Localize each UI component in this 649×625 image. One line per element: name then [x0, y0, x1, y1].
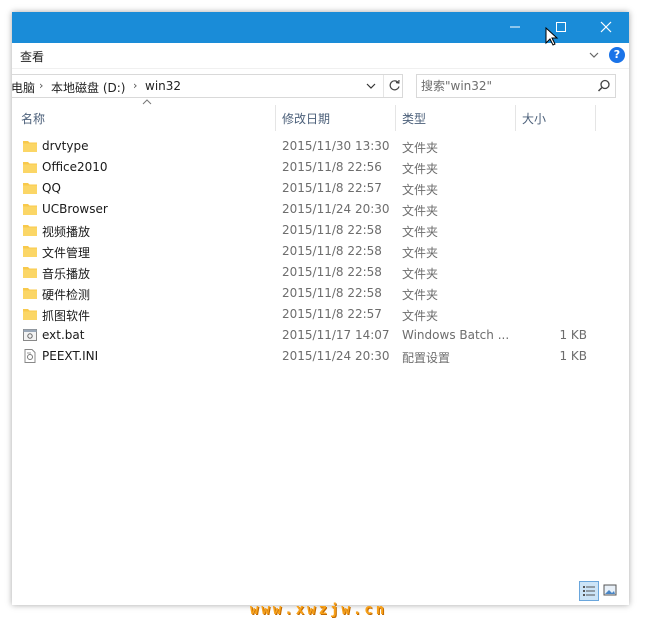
folder-icon: [23, 183, 37, 194]
column-header-size[interactable]: 大小: [522, 105, 546, 131]
chevron-down-icon: [366, 83, 376, 89]
ribbon-bar: 查看 ?: [12, 43, 629, 69]
file-size: 1 KB: [559, 349, 587, 363]
ribbon-tab-view[interactable]: 查看: [20, 48, 44, 65]
folder-icon: [23, 204, 37, 215]
file-type: 文件夹: [402, 183, 439, 197]
file-name: 文件管理: [42, 246, 91, 260]
folder-icon: [23, 309, 37, 320]
file-row[interactable]: Office2010 2015/11/8 22:56 文件夹: [12, 157, 629, 178]
close-icon: [600, 21, 612, 33]
title-bar[interactable]: [12, 12, 629, 43]
search-input[interactable]: [421, 77, 591, 95]
breadcrumb-win32[interactable]: win32: [145, 79, 181, 93]
file-date: 2015/11/8 22:58: [282, 286, 382, 300]
file-name: 硬件检测: [42, 288, 91, 302]
breadcrumb-separator[interactable]: ›: [39, 79, 43, 92]
file-type: 文件夹: [402, 225, 439, 239]
file-date: 2015/11/8 22:58: [282, 244, 382, 258]
help-icon[interactable]: ?: [609, 47, 625, 63]
breadcrumb-local-disk[interactable]: 本地磁盘 (D:): [51, 79, 125, 96]
file-name: ext.bat: [42, 328, 85, 342]
large-icons-view-button[interactable]: [601, 581, 621, 601]
column-header: 名称 修改日期 类型 大小: [12, 99, 629, 131]
column-divider[interactable]: [595, 105, 596, 131]
close-button[interactable]: [583, 12, 629, 43]
file-date: 2015/11/8 22:57: [282, 181, 382, 195]
file-date: 2015/11/30 13:30: [282, 139, 390, 153]
mouse-cursor-icon: [545, 27, 559, 46]
file-row[interactable]: QQ 2015/11/8 22:57 文件夹: [12, 178, 629, 199]
column-divider[interactable]: [395, 105, 396, 131]
file-type: 文件夹: [402, 309, 439, 323]
file-type: 文件夹: [402, 246, 439, 260]
file-row[interactable]: ext.bat 2015/11/17 14:07 Windows Batch .…: [12, 325, 629, 346]
expand-ribbon-chevron-icon[interactable]: [588, 49, 600, 61]
file-date: 2015/11/17 14:07: [282, 328, 390, 342]
explorer-window: 查看 ? 电脑 › 本地磁盘 (D:) › win32 搜索"win32" 名称…: [12, 12, 629, 605]
search-icon[interactable]: [597, 79, 611, 93]
folder-icon: [23, 288, 37, 299]
file-name: 抓图软件: [42, 309, 91, 323]
file-date: 2015/11/24 20:30: [282, 349, 390, 363]
refresh-icon: [389, 79, 400, 91]
file-type: Windows Batch ...: [402, 328, 510, 342]
folder-icon: [23, 267, 37, 278]
address-history-dropdown[interactable]: [361, 75, 381, 97]
folder-icon: [23, 162, 37, 173]
address-bar[interactable]: 电脑 › 本地磁盘 (D:) › win32: [12, 74, 403, 98]
search-box[interactable]: [416, 74, 616, 98]
file-name: QQ: [42, 181, 61, 195]
file-date: 2015/11/24 20:30: [282, 202, 390, 216]
breadcrumb-computer[interactable]: 电脑: [12, 79, 35, 96]
address-row: 电脑 › 本地磁盘 (D:) › win32: [12, 74, 629, 98]
column-divider[interactable]: [275, 105, 276, 131]
refresh-button[interactable]: [383, 75, 403, 97]
large-icons-view-icon: [603, 584, 617, 596]
file-name: PEEXT.INI: [42, 349, 99, 363]
file-row[interactable]: 音乐播放 2015/11/8 22:58 文件夹: [12, 262, 629, 283]
file-row[interactable]: 硬件检测 2015/11/8 22:58 文件夹: [12, 283, 629, 304]
minimize-button[interactable]: [492, 12, 538, 43]
folder-icon: [23, 141, 37, 152]
file-row[interactable]: UCBrowser 2015/11/24 20:30 文件夹: [12, 199, 629, 220]
folder-icon: [23, 225, 37, 236]
details-view-button[interactable]: [579, 581, 599, 601]
file-size: 1 KB: [559, 328, 587, 342]
file-type: 文件夹: [402, 204, 439, 218]
file-type: 文件夹: [402, 141, 439, 155]
file-row[interactable]: 文件管理 2015/11/8 22:58 文件夹: [12, 241, 629, 262]
column-header-type[interactable]: 类型: [402, 105, 426, 131]
column-header-date[interactable]: 修改日期: [282, 105, 330, 131]
file-type: 配置设置: [402, 351, 451, 365]
file-type: 文件夹: [402, 162, 439, 176]
file-date: 2015/11/8 22:58: [282, 265, 382, 279]
file-name: UCBrowser: [42, 202, 108, 216]
file-name: Office2010: [42, 160, 108, 174]
batch-file-icon: [23, 329, 37, 341]
file-date: 2015/11/8 22:58: [282, 223, 382, 237]
ini-file-icon: [24, 349, 36, 363]
view-switcher: [579, 581, 623, 601]
file-row[interactable]: PEEXT.INI 2015/11/24 20:30 配置设置 1 KB: [12, 346, 629, 367]
file-date: 2015/11/8 22:56: [282, 160, 382, 174]
file-row[interactable]: 抓图软件 2015/11/8 22:57 文件夹: [12, 304, 629, 325]
folder-icon: [23, 246, 37, 257]
file-name: 音乐播放: [42, 267, 91, 281]
details-view-icon: [583, 586, 595, 596]
minimize-icon: [510, 26, 520, 28]
watermark: www.xwzjw.cn: [250, 602, 388, 618]
file-row[interactable]: 视频播放 2015/11/8 22:58 文件夹: [12, 220, 629, 241]
file-row[interactable]: drvtype 2015/11/30 13:30 文件夹: [12, 136, 629, 157]
column-divider[interactable]: [515, 105, 516, 131]
column-header-name[interactable]: 名称: [21, 105, 45, 131]
file-name: drvtype: [42, 139, 89, 153]
file-name: 视频播放: [42, 225, 91, 239]
file-type: 文件夹: [402, 288, 439, 302]
file-type: 文件夹: [402, 267, 439, 281]
breadcrumb-separator[interactable]: ›: [133, 79, 137, 92]
file-date: 2015/11/8 22:57: [282, 307, 382, 321]
sort-ascending-icon: [142, 99, 152, 105]
